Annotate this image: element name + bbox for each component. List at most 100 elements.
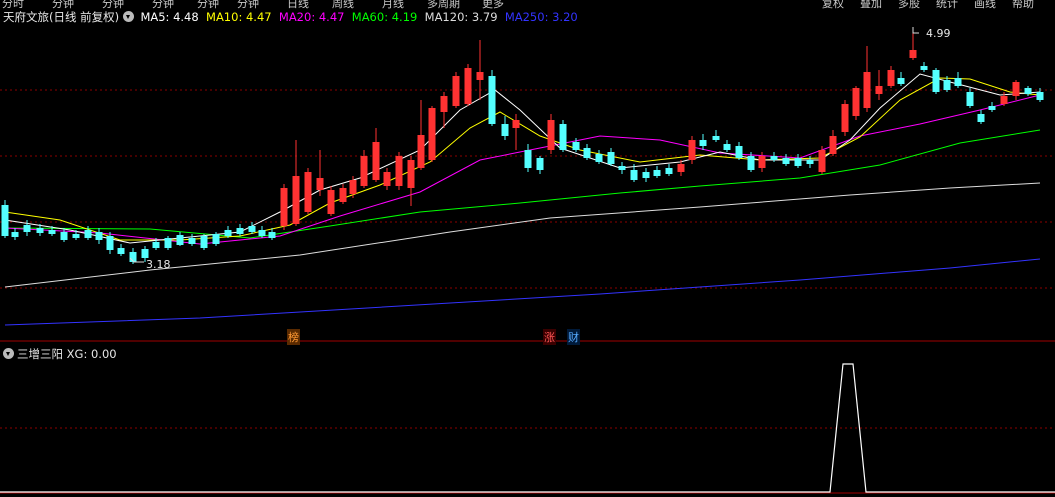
candle-body	[268, 232, 276, 238]
candle-body	[1000, 96, 1008, 104]
event-tag-cai[interactable]: 财	[567, 329, 580, 345]
event-tag-zhang[interactable]: 涨	[543, 329, 556, 345]
candle-body	[1036, 92, 1044, 100]
toolbar-right-item[interactable]: 多股	[898, 0, 920, 11]
candle-body	[395, 156, 403, 186]
candle-body	[95, 232, 103, 240]
candle-body	[248, 226, 256, 232]
candle-body	[954, 78, 962, 86]
kline-chart[interactable]: 4.99 3.18	[0, 0, 1055, 497]
candle-body	[735, 146, 743, 158]
candle-body	[653, 170, 661, 176]
candle-body	[977, 114, 985, 122]
candle-body	[595, 154, 603, 162]
candle-body	[212, 234, 220, 244]
candle-body	[794, 158, 802, 166]
candle-body	[23, 225, 31, 232]
candle-body	[327, 190, 335, 214]
toolbar-right-item[interactable]: 画线	[974, 0, 996, 11]
candle-body	[407, 160, 415, 188]
ma120-line	[4, 182, 1041, 288]
candle-body	[758, 156, 766, 168]
low-price-label: 3.18	[146, 258, 171, 271]
candle-body	[236, 228, 244, 234]
candle-body	[200, 236, 208, 248]
toolbar-right-item[interactable]: 统计	[936, 0, 958, 11]
candle-body	[818, 150, 826, 172]
candle-body	[806, 160, 814, 164]
ma250-label: MA250: 3.20	[504, 10, 578, 24]
main-chart-header: 天府文旅(日线 前复权) MA5: 4.48 MA10: 4.47 MA20: …	[3, 9, 578, 25]
candle-body	[292, 176, 300, 224]
candle-body	[383, 172, 391, 186]
candle-body	[60, 232, 68, 240]
candle-body	[106, 236, 114, 250]
event-tag-bang[interactable]: 榜	[287, 329, 300, 345]
candle-body	[452, 76, 460, 106]
indicator-header: 三增三阳 XG: 0.00	[3, 346, 117, 362]
candle-body	[316, 178, 324, 190]
ma5-label: MA5: 4.48	[140, 10, 199, 24]
candle-body	[863, 72, 871, 108]
candle-body	[512, 120, 520, 128]
toolbar-right-item[interactable]: 叠加	[860, 0, 882, 11]
candle-body	[464, 68, 472, 104]
candle-body	[677, 164, 685, 172]
toolbar-right-item[interactable]: 复权	[822, 0, 844, 11]
candle-body	[141, 249, 149, 258]
chevron-down-icon[interactable]	[122, 11, 134, 22]
top-toolbar: 分时 分钟 分钟 分钟 分钟 分钟 日线 周线 月线 多周期 更多 复权 叠加 多股 统计 画线 帮助	[0, 0, 1055, 10]
candle-body	[1024, 88, 1032, 94]
ma20-label: MA20: 4.47	[278, 10, 345, 24]
candle-body	[699, 140, 707, 146]
candle-body	[476, 72, 484, 80]
candle-body	[583, 148, 591, 158]
candle-body	[1012, 82, 1020, 96]
candle-body	[524, 150, 532, 168]
candle-body	[1, 205, 9, 236]
candle-body	[280, 188, 288, 226]
candle-body	[988, 106, 996, 110]
candle-body	[572, 142, 580, 150]
chevron-down-icon[interactable]	[3, 348, 14, 359]
candle-body	[875, 86, 883, 94]
ma10-label: MA10: 4.47	[206, 10, 272, 24]
candle-body	[618, 166, 626, 170]
stock-name: 天府文旅	[3, 10, 49, 24]
candle-body	[349, 180, 357, 194]
candle-body	[117, 248, 125, 254]
candle-body	[770, 156, 778, 160]
ma5-line	[4, 73, 1041, 244]
high-marker	[912, 27, 919, 34]
candle-body	[164, 238, 172, 248]
toolbar-right-item[interactable]: 帮助	[1012, 0, 1034, 11]
candle-body	[440, 96, 448, 112]
ma10-line	[4, 77, 1041, 241]
candle-body	[607, 152, 615, 164]
candle-body	[304, 172, 312, 212]
candle-body	[547, 120, 555, 150]
candle-body	[943, 80, 951, 90]
ma60-label: MA60: 4.19	[351, 10, 418, 24]
candle-body	[559, 124, 567, 150]
candle-body	[339, 188, 347, 202]
candle-body	[920, 66, 928, 70]
candle-body	[887, 70, 895, 86]
candle-body	[852, 88, 860, 116]
candle-body	[48, 230, 56, 234]
indicator-name: 三增三阳	[17, 347, 63, 361]
candle-body	[536, 158, 544, 170]
candle-body	[782, 158, 790, 164]
candle-body	[688, 140, 696, 160]
chart-period: (日线 前复权)	[49, 10, 120, 24]
candle-body	[258, 230, 266, 236]
candle-body	[966, 92, 974, 106]
candle-body	[152, 242, 160, 248]
candle-body	[188, 238, 196, 244]
candle-body	[417, 135, 425, 168]
candle-body	[841, 104, 849, 132]
indicator-value: XG: 0.00	[66, 347, 117, 361]
candle-body	[723, 144, 731, 150]
candle-body	[630, 170, 638, 180]
candle-body	[72, 234, 80, 238]
